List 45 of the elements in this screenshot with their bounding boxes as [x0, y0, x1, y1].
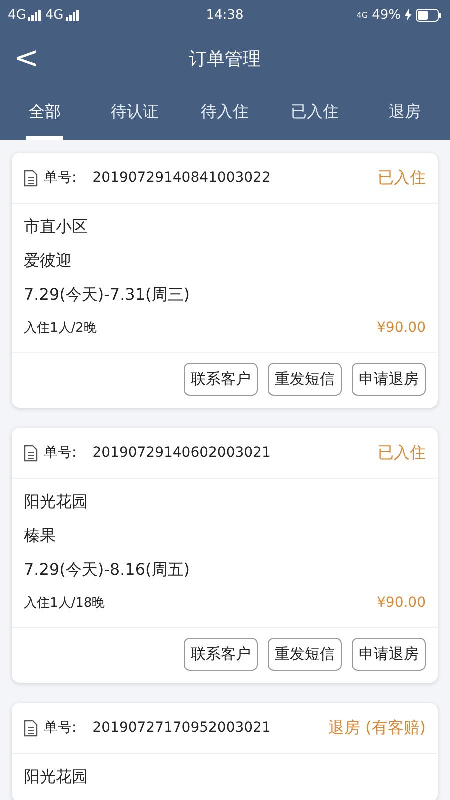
document-icon: [24, 444, 38, 462]
order-price: ¥90.00: [377, 595, 426, 611]
back-button[interactable]: <: [8, 44, 46, 74]
order-status: 已入住: [378, 442, 426, 464]
action-button[interactable]: 重发短信: [268, 363, 342, 396]
action-button[interactable]: 重发短信: [268, 638, 342, 671]
clock: 14:38: [206, 8, 244, 22]
order-status: 退房 (有客赔): [328, 718, 426, 738]
community-name: 阳光花园: [24, 766, 89, 788]
guest-nights: 入住1人/18晚: [24, 595, 106, 612]
charging-icon: [405, 9, 412, 21]
order-number: 20190729140841003022: [92, 170, 271, 186]
stay-dates: 7.29(今天)-8.16(周五): [24, 558, 191, 580]
document-icon: [24, 720, 38, 736]
community-name: 阳光花园: [24, 490, 89, 512]
battery-icon: [416, 8, 442, 22]
battery-percent: 49%: [372, 8, 401, 22]
action-button[interactable]: 申请退房: [352, 638, 426, 671]
page-title: 订单管理: [189, 48, 261, 71]
filter-tab[interactable]: 退房: [360, 88, 450, 140]
signal-icon: [66, 10, 79, 20]
guest-nights: 入住1人/2晚: [24, 320, 97, 337]
filter-tab[interactable]: 已入住: [270, 88, 360, 140]
filter-tab[interactable]: 待入住: [180, 88, 270, 140]
filter-tab[interactable]: 全部: [0, 88, 90, 140]
order-number-label: 单号:: [44, 719, 77, 737]
network-label: 4G: [356, 10, 368, 20]
document-icon: [24, 170, 38, 186]
action-button[interactable]: 联系客户: [184, 638, 258, 671]
network-label: 4G: [45, 8, 64, 22]
network-label: 4G: [8, 8, 26, 22]
listing-name: 爱彼迎: [24, 250, 73, 272]
community-name: 市直小区: [24, 216, 89, 238]
order-status: 已入住: [378, 168, 426, 188]
order-price: ¥90.00: [377, 320, 426, 336]
filter-tab[interactable]: 待认证: [90, 88, 180, 140]
order-number: 20190729140602003021: [92, 445, 271, 461]
signal-icon: [28, 10, 42, 20]
order-number-label: 单号:: [44, 444, 77, 462]
order-number-label: 单号:: [44, 169, 77, 187]
order-number: 20190727170952003021: [92, 720, 271, 736]
action-button[interactable]: 申请退房: [352, 363, 426, 396]
stay-dates: 7.29(今天)-7.31(周三): [24, 284, 191, 306]
listing-name: 榛果: [24, 524, 57, 546]
action-button[interactable]: 联系客户: [184, 363, 258, 396]
